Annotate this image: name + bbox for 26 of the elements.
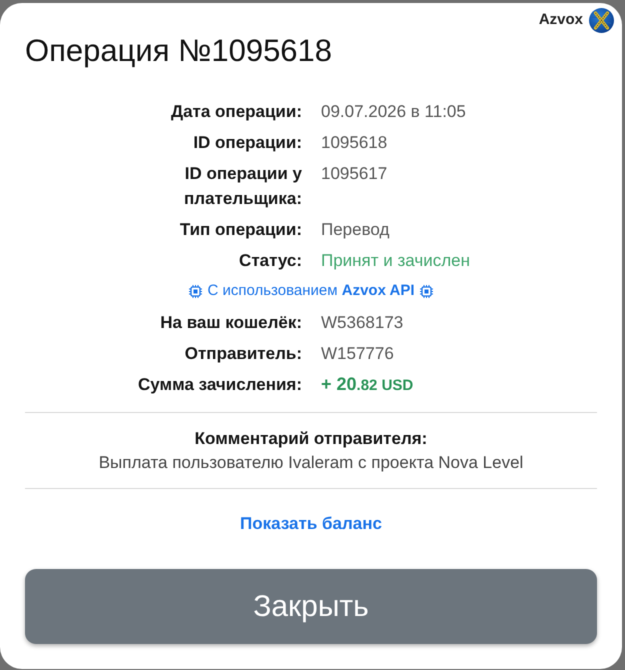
field-label: Дата операции: bbox=[170, 101, 302, 123]
field-value: W5368173 bbox=[321, 312, 404, 334]
field-label: Тип операции: bbox=[178, 219, 302, 241]
logo-icon bbox=[589, 8, 614, 33]
comment-label: Комментарий отправителя: bbox=[194, 428, 428, 450]
chip-icon bbox=[420, 285, 433, 298]
field-value: W157776 bbox=[321, 343, 394, 365]
field-label: Сумма зачисления: bbox=[137, 374, 302, 396]
field-label: Отправитель: bbox=[184, 343, 302, 365]
field-value: 1095618 bbox=[321, 132, 388, 154]
brand-name: Azvox bbox=[538, 10, 583, 30]
field-value: Перевод bbox=[321, 219, 390, 241]
show-balance-link[interactable]: Показать баланс bbox=[240, 512, 382, 536]
status-value: Принят и зачислен bbox=[321, 250, 470, 272]
chip-icon bbox=[189, 285, 202, 298]
field-label: Статус: bbox=[238, 250, 302, 272]
amount-value: + 20.82 USD bbox=[321, 373, 414, 396]
dialog-title: Операция №1095618 bbox=[25, 33, 334, 69]
comment-text: Выплата пользователю Ivaleram с проекта Nova Level bbox=[98, 452, 524, 474]
field-value: 09.07.2026 в 11:05 bbox=[321, 101, 466, 123]
close-button[interactable]: Закрыть bbox=[25, 569, 597, 644]
api-note: С использованием Azvox API bbox=[207, 281, 415, 302]
field-label: ID операции: bbox=[192, 132, 302, 154]
field-value: 1095617 bbox=[321, 163, 388, 185]
field-label: На ваш кошелёк: bbox=[159, 312, 302, 334]
field-label: ID операции у плательщика: bbox=[183, 163, 302, 210]
